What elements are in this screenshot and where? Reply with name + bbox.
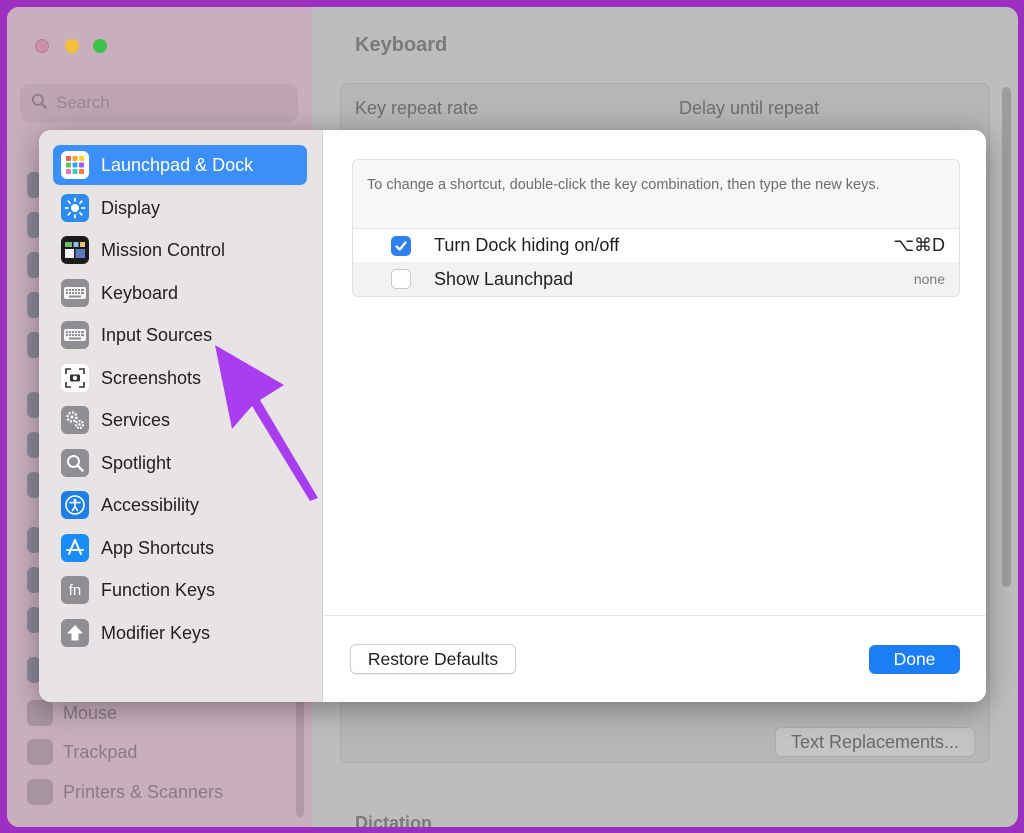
annotation-arrow-icon [215,345,318,501]
shortcuts-list: To change a shortcut, double-click the k… [352,159,960,297]
sidebar-item-label: Function Keys [101,579,216,600]
sidebar-item-label: App Shortcuts [101,537,215,558]
sidebar-item-label: Mouse [63,702,118,723]
sidebar-item-label: Services [101,409,171,430]
sidebar-item-display[interactable]: Display [53,188,307,228]
sidebar-item-label: Printers & Scanners [63,781,224,802]
trackpad-icon [27,739,53,765]
services-icon [61,406,89,434]
search-placeholder: Search [56,93,110,112]
sidebar-item-modifier-keys[interactable]: Modifier Keys [53,613,307,653]
mouse-icon [27,700,53,726]
restore-defaults-button[interactable]: Restore Defaults [350,644,516,674]
sidebar-item-label: Mission Control [101,239,226,260]
shortcut-checkbox[interactable] [391,235,411,256]
shortcut-row[interactable]: Turn Dock hiding on/off ⌥⌘D [353,228,959,262]
shortcuts-content: To change a shortcut, double-click the k… [324,130,986,702]
zoom-window-button[interactable] [93,39,107,53]
sidebar-item-mission-control[interactable]: Mission Control [53,230,307,270]
minimize-window-button[interactable] [65,39,79,53]
shortcut-row[interactable]: Show Launchpad none [353,262,959,296]
shortcut-label: Show Launchpad [434,268,574,289]
sidebar-item-label: Display [101,197,161,218]
screenshots-icon [61,364,89,392]
sidebar-item-printers-scanners[interactable]: Printers & Scanners [27,777,223,807]
key-repeat-rate-label: Key repeat rate [355,98,479,118]
keyboard-shortcuts-sheet: Launchpad & Dock Display Mission Control… [39,130,986,702]
keyboard-icon [61,279,89,307]
app-shortcuts-icon [61,534,89,562]
shortcut-keys[interactable]: none [914,271,945,287]
shortcut-label: Turn Dock hiding on/off [434,235,620,255]
function-keys-icon: fn [61,576,89,604]
sidebar-item-trackpad[interactable]: Trackpad [27,737,137,767]
dictation-heading: Dictation [355,813,433,827]
sidebar-item-label: Spotlight [101,452,172,473]
close-window-button[interactable] [35,39,49,53]
sidebar-item-label: Keyboard [101,282,179,303]
checkmark-icon [395,240,407,251]
main-scrollbar[interactable] [1002,87,1011,587]
text-replacements-button[interactable]: Text Replacements... [775,727,975,757]
sidebar-item-label: Modifier Keys [101,622,211,643]
shortcut-hint: To change a shortcut, double-click the k… [367,177,880,193]
sidebar-item-mouse[interactable]: Mouse [27,698,117,728]
shortcut-checkbox[interactable] [391,269,411,289]
sidebar-item-label: Launchpad & Dock [101,154,254,175]
sidebar-item-label: Input Sources [101,324,213,345]
sidebar-item-label: Accessibility [101,494,200,515]
done-button[interactable]: Done [869,645,960,674]
svg-text:fn: fn [69,582,82,599]
sidebar-item-function-keys[interactable]: fn Function Keys [53,570,307,610]
sidebar-item-keyboard[interactable]: Keyboard [53,273,307,313]
sidebar-item-label: Trackpad [63,741,138,762]
mission-control-icon [61,236,89,264]
shortcut-keys[interactable]: ⌥⌘D [893,235,945,256]
delay-until-repeat-label: Delay until repeat [679,98,820,118]
footer-divider [324,615,986,616]
page-title: Keyboard [355,34,448,56]
sidebar-item-app-shortcuts[interactable]: App Shortcuts [53,528,307,568]
printer-icon [27,779,53,805]
sidebar-item-label: Screenshots [101,367,202,388]
launchpad-icon [61,151,89,179]
spotlight-icon [61,449,89,477]
input-sources-icon [61,321,89,349]
display-icon [61,194,89,222]
modifier-keys-icon [61,619,89,647]
search-field[interactable]: Search [20,84,298,122]
search-icon [31,93,47,109]
accessibility-icon [61,491,89,519]
sidebar-item-launchpad-dock[interactable]: Launchpad & Dock [53,145,307,185]
